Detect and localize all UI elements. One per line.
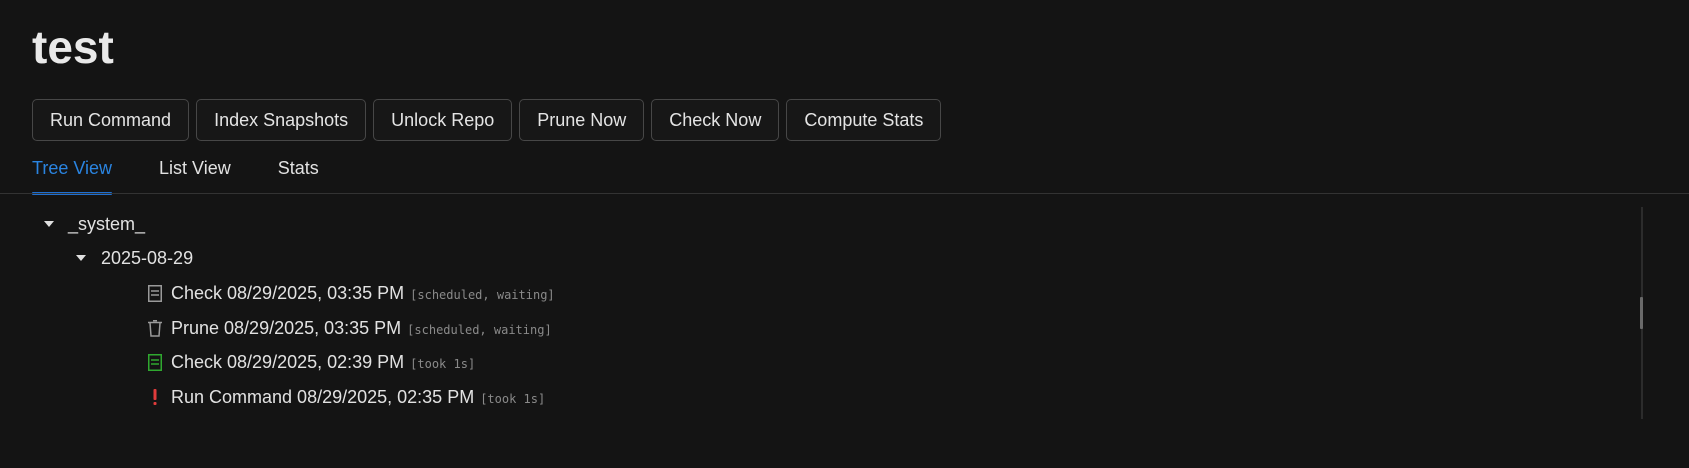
compute-stats-button[interactable]: Compute Stats — [786, 99, 942, 141]
operation-row[interactable]: Prune 08/29/2025, 03:35 PM [scheduled, w… — [147, 311, 552, 345]
caret-down-icon[interactable] — [44, 221, 54, 227]
operation-status: [scheduled, waiting] — [410, 288, 555, 302]
trash-icon — [147, 319, 163, 337]
operation-status: [took 1s] — [410, 357, 476, 371]
view-tabs: Tree View List View Stats — [32, 150, 366, 195]
check-icon — [147, 284, 163, 302]
operation-label: Run Command 08/29/2025, 02:35 PM — [171, 386, 475, 407]
scrollbar-thumb[interactable] — [1640, 297, 1643, 329]
run-command-button[interactable]: Run Command — [32, 99, 190, 141]
operation-row[interactable]: Check 08/29/2025, 02:39 PM [took 1s] — [147, 345, 475, 379]
operation-label: Check 08/29/2025, 02:39 PM — [171, 351, 405, 372]
index-snapshots-button[interactable]: Index Snapshots — [196, 99, 367, 141]
tree-node-label: 2025-08-29 — [101, 247, 194, 268]
operation-status: [took 1s] — [480, 392, 546, 406]
operation-row[interactable]: Run Command 08/29/2025, 02:35 PM [took 1… — [147, 380, 545, 414]
check-now-button[interactable]: Check Now — [651, 99, 780, 141]
operation-tree: _system_ 2025-08-29 Check 08/29/2025, 03… — [32, 207, 1642, 419]
tree-node-system[interactable]: _system_ — [44, 207, 145, 241]
tab-divider — [0, 193, 1689, 194]
tree-node-label: _system_ — [68, 213, 146, 234]
check-icon — [147, 353, 163, 371]
operation-label: Prune 08/29/2025, 03:35 PM — [171, 317, 402, 338]
exclamation-icon — [147, 388, 163, 406]
operation-label: Check 08/29/2025, 03:35 PM — [171, 282, 405, 303]
tab-tree-view[interactable]: Tree View — [32, 150, 113, 195]
operation-row[interactable]: Check 08/29/2025, 03:35 PM [scheduled, w… — [147, 276, 555, 310]
action-toolbar: Run Command Index Snapshots Unlock Repo … — [32, 99, 942, 141]
unlock-repo-button[interactable]: Unlock Repo — [373, 99, 513, 141]
tab-list-view[interactable]: List View — [159, 150, 231, 194]
tab-stats[interactable]: Stats — [278, 150, 319, 194]
tree-node-date-group[interactable]: 2025-08-29 — [76, 241, 193, 275]
prune-now-button[interactable]: Prune Now — [519, 99, 645, 141]
page-title: test — [32, 21, 114, 73]
caret-down-icon[interactable] — [76, 255, 86, 261]
operation-status: [scheduled, waiting] — [407, 323, 552, 337]
